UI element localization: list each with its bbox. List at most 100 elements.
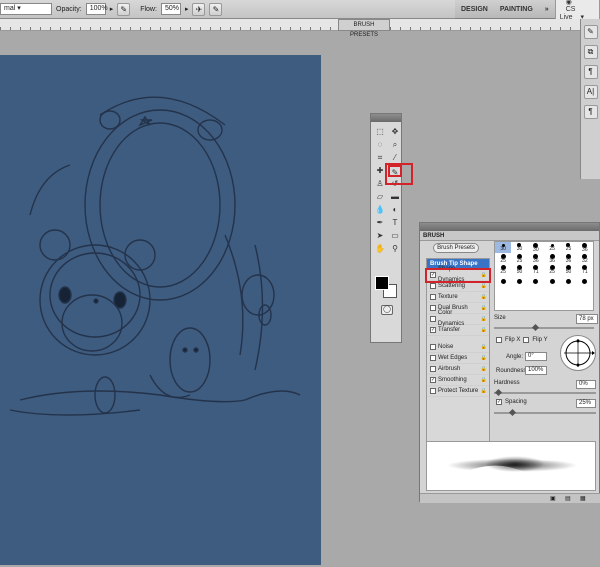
checkbox[interactable] <box>430 355 436 361</box>
size-slider-thumb[interactable] <box>531 323 540 332</box>
size-field[interactable]: 78 px <box>576 314 598 324</box>
option-transfer[interactable]: ✓ Transfer 🔒 <box>427 325 489 336</box>
shape-icon[interactable]: ▭ <box>388 230 402 242</box>
roundness-field[interactable]: 100% <box>525 366 547 375</box>
quick-mask-icon[interactable]: ◯ <box>381 305 393 315</box>
zoom-icon[interactable]: ⚲ <box>388 243 402 255</box>
pressure-size-icon[interactable]: ✎ <box>209 2 223 16</box>
workspace-design[interactable]: DESIGN <box>455 6 494 13</box>
character-icon[interactable]: A| <box>583 85 598 99</box>
flow-field[interactable]: 50% <box>160 3 181 15</box>
option-shape-dynamics[interactable]: ✓ Shape Dynamics 🔒 <box>425 266 491 283</box>
brush-tip-cell[interactable] <box>528 276 544 287</box>
spacing-slider-thumb[interactable] <box>508 408 517 417</box>
hardness-slider-thumb[interactable] <box>494 388 503 397</box>
option-wet-edges[interactable]: Wet Edges 🔒 <box>427 353 489 364</box>
brush-tip-cell[interactable]: 71 <box>528 265 544 276</box>
size-slider[interactable] <box>494 327 594 329</box>
brush-tip-cell[interactable] <box>511 276 527 287</box>
checkbox[interactable] <box>430 294 436 300</box>
hand-icon[interactable]: ✋ <box>373 243 387 255</box>
angle-roundness-preview[interactable] <box>560 335 596 371</box>
dodge-icon[interactable]: ◐ <box>388 204 402 216</box>
option-scattering[interactable]: Scattering 🔒 <box>427 281 489 292</box>
checkbox[interactable]: ✓ <box>430 272 436 278</box>
brush-tip-cell[interactable]: 25 <box>511 253 527 264</box>
brush-tip-cell[interactable] <box>560 276 576 287</box>
brush-tip-cell[interactable]: 25 <box>495 253 511 264</box>
checkbox[interactable]: ✓ <box>430 327 436 333</box>
blur-icon[interactable]: 💧 <box>373 204 387 216</box>
lock-icon[interactable]: 🔒 <box>481 270 487 281</box>
angle-field[interactable]: 0° <box>525 352 547 361</box>
workspace-painting[interactable]: PAINTING <box>494 6 539 13</box>
lock-icon[interactable]: 🔒 <box>481 292 487 303</box>
quick-select-icon[interactable]: ⌕ <box>388 139 402 151</box>
checkbox[interactable] <box>430 388 436 394</box>
lock-icon[interactable]: 🔒 <box>481 342 487 353</box>
brush-tip-cell[interactable]: 50 <box>511 265 527 276</box>
hardness-slider[interactable] <box>494 392 596 394</box>
checkbox[interactable] <box>430 283 436 289</box>
spacing-field[interactable]: 25% <box>576 399 596 408</box>
brush-presets-button[interactable]: Brush Presets <box>433 243 479 253</box>
option-noise[interactable]: Noise 🔒 <box>427 342 489 353</box>
brush-tip-cell[interactable]: 36 <box>528 253 544 264</box>
eraser-icon[interactable]: ▱ <box>373 191 387 203</box>
lock-icon[interactable]: 🔒 <box>481 364 487 375</box>
brush-tip-cell[interactable]: 25 <box>560 242 576 253</box>
create-brush-icon[interactable]: ▤ <box>565 495 571 502</box>
checkbox[interactable]: ✓ <box>430 377 436 383</box>
brush-tip-cell[interactable]: 71 <box>577 265 593 276</box>
option-color-dynamics[interactable]: Color Dynamics 🔒 <box>427 310 489 327</box>
brush-tip-cell[interactable] <box>544 276 560 287</box>
pressure-opacity-icon[interactable]: ✎ <box>117 2 131 16</box>
document-canvas[interactable] <box>0 55 321 565</box>
foreground-color-swatch[interactable] <box>375 276 389 290</box>
brush-tip-cell[interactable]: 36 <box>560 253 576 264</box>
lock-icon[interactable]: 🔒 <box>481 314 487 325</box>
brush-tip-cell[interactable] <box>577 276 593 287</box>
lock-icon[interactable]: 🔒 <box>481 375 487 386</box>
brush-tip-cell[interactable] <box>495 276 511 287</box>
type-icon[interactable]: T <box>388 217 402 229</box>
checkbox[interactable] <box>430 344 436 350</box>
flip-x-checkbox[interactable] <box>496 337 502 343</box>
toolbox-header[interactable] <box>371 114 401 122</box>
brush-icon[interactable]: ✎ <box>583 25 598 39</box>
option-texture[interactable]: Texture 🔒 <box>427 292 489 303</box>
mode-select[interactable]: mal ▾ <box>0 3 52 15</box>
spacing-checkbox[interactable]: ✓ <box>496 399 502 405</box>
flip-y-checkbox[interactable] <box>523 337 530 343</box>
lock-icon[interactable]: 🔒 <box>481 325 487 336</box>
clone-icon[interactable]: ⧉ <box>583 45 598 59</box>
workspace-more[interactable]: » <box>539 6 555 13</box>
checkbox[interactable] <box>430 316 436 322</box>
option-airbrush[interactable]: Airbrush 🔒 <box>427 364 489 375</box>
pilcrow-icon[interactable]: ¶ <box>583 65 598 79</box>
brush-tip-cell[interactable]: 30 <box>511 242 527 253</box>
lock-icon[interactable]: 🔒 <box>481 353 487 364</box>
marquee-icon[interactable]: ⬚ <box>373 126 387 138</box>
lock-icon[interactable]: 🔒 <box>481 303 487 314</box>
hardness-field[interactable]: 0% <box>576 380 596 389</box>
gradient-icon[interactable]: ▬ <box>388 191 402 203</box>
brush-tip-cell[interactable]: 25 <box>495 265 511 276</box>
option-smoothing[interactable]: ✓ Smoothing 🔒 <box>427 375 489 386</box>
path-select-icon[interactable]: ➤ <box>373 230 387 242</box>
pen-icon[interactable]: ✒ <box>373 217 387 229</box>
opacity-field[interactable]: 100% <box>85 3 108 15</box>
toggle-preview-icon[interactable]: ▦ <box>580 495 586 502</box>
airbrush-icon[interactable]: ✈ <box>192 2 206 16</box>
lock-icon[interactable]: 🔒 <box>481 386 487 397</box>
paragraph-icon[interactable]: ¶ <box>583 105 598 119</box>
brush-panel-tab[interactable]: BRUSH <box>420 231 599 241</box>
move-icon[interactable]: ✥ <box>388 126 402 138</box>
brush-tip-cell[interactable]: 30 <box>495 242 512 254</box>
lock-icon[interactable]: 🔒 <box>481 281 487 292</box>
brush-presets-tab[interactable]: BRUSH PRESETS <box>338 19 390 38</box>
brush-tip-cell[interactable]: 50 <box>560 265 576 276</box>
lasso-icon[interactable]: ◌ <box>373 139 387 151</box>
checkbox[interactable] <box>430 305 436 311</box>
brush-tip-cell[interactable]: 25 <box>544 242 560 253</box>
